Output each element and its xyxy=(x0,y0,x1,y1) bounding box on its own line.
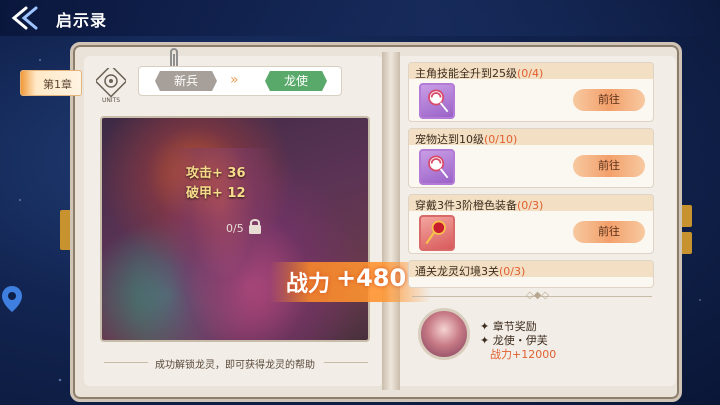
divider-ornament-icon: ◇◆◇ xyxy=(526,290,550,301)
rank-emblem-icon: UNITS xyxy=(96,68,126,104)
quest-count: (0/10) xyxy=(484,133,518,146)
power-label: 战力 xyxy=(286,272,331,297)
ruby-staff-icon[interactable] xyxy=(419,215,455,251)
rank-arrow-icon: » xyxy=(230,72,239,88)
go-button[interactable]: 前往 xyxy=(573,89,645,111)
power-value: +480 xyxy=(336,264,407,292)
lollipop-icon[interactable] xyxy=(419,83,455,119)
next-rank: 龙使 xyxy=(265,71,327,91)
quest-card: 宠物达到10级(0/10) 前往 xyxy=(408,128,654,188)
page-title: 启示录 xyxy=(56,11,108,30)
emblem-text: UNITS xyxy=(102,97,120,104)
top-bar: 启示录 xyxy=(0,0,720,36)
quest-title: 宠物达到10级(0/10) xyxy=(415,133,518,146)
back-button[interactable] xyxy=(6,4,42,32)
chapter-tab[interactable]: 第1章 xyxy=(20,70,82,96)
book-spine xyxy=(382,52,400,390)
quest-title: 通关龙灵幻境3关(0/3) xyxy=(415,265,526,278)
go-button[interactable]: 前往 xyxy=(573,155,645,177)
lock-icon xyxy=(249,219,261,234)
chapter-label: 第1章 xyxy=(43,78,72,91)
lollipop-icon[interactable] xyxy=(419,149,455,185)
go-button[interactable]: 前往 xyxy=(573,221,645,243)
quest-count: (0/4) xyxy=(517,67,544,80)
dragon-spirit-portrait: 攻击+ 36 破甲+ 12 0/5 xyxy=(100,116,370,342)
map-pin-icon[interactable] xyxy=(0,284,24,314)
reward-avatar[interactable] xyxy=(418,308,470,360)
quest-card: 主角技能全升到25级(0/4) 前往 xyxy=(408,62,654,122)
quest-card: 穿戴3件3阶橙色装备(0/3) 前往 xyxy=(408,194,654,254)
quest-title: 穿戴3件3阶橙色装备(0/3) xyxy=(415,199,544,212)
unlock-caption: 成功解锁龙灵，即可获得龙灵的帮助 xyxy=(155,360,315,371)
quest-card: 通关龙灵幻境3关(0/3) xyxy=(408,260,654,288)
current-rank: 新兵 xyxy=(155,71,217,91)
unlock-progress: 0/5 xyxy=(226,222,244,235)
reward-power: 战力+12000 xyxy=(490,348,557,361)
quest-title: 主角技能全升到25级(0/4) xyxy=(415,67,544,80)
attack-stat: 攻击+ 36 xyxy=(186,166,246,181)
back-arrow-icon xyxy=(11,6,38,30)
armor-break-stat: 破甲+ 12 xyxy=(186,186,246,201)
quest-count: (0/3) xyxy=(499,265,526,278)
quest-count: (0/3) xyxy=(517,199,544,212)
